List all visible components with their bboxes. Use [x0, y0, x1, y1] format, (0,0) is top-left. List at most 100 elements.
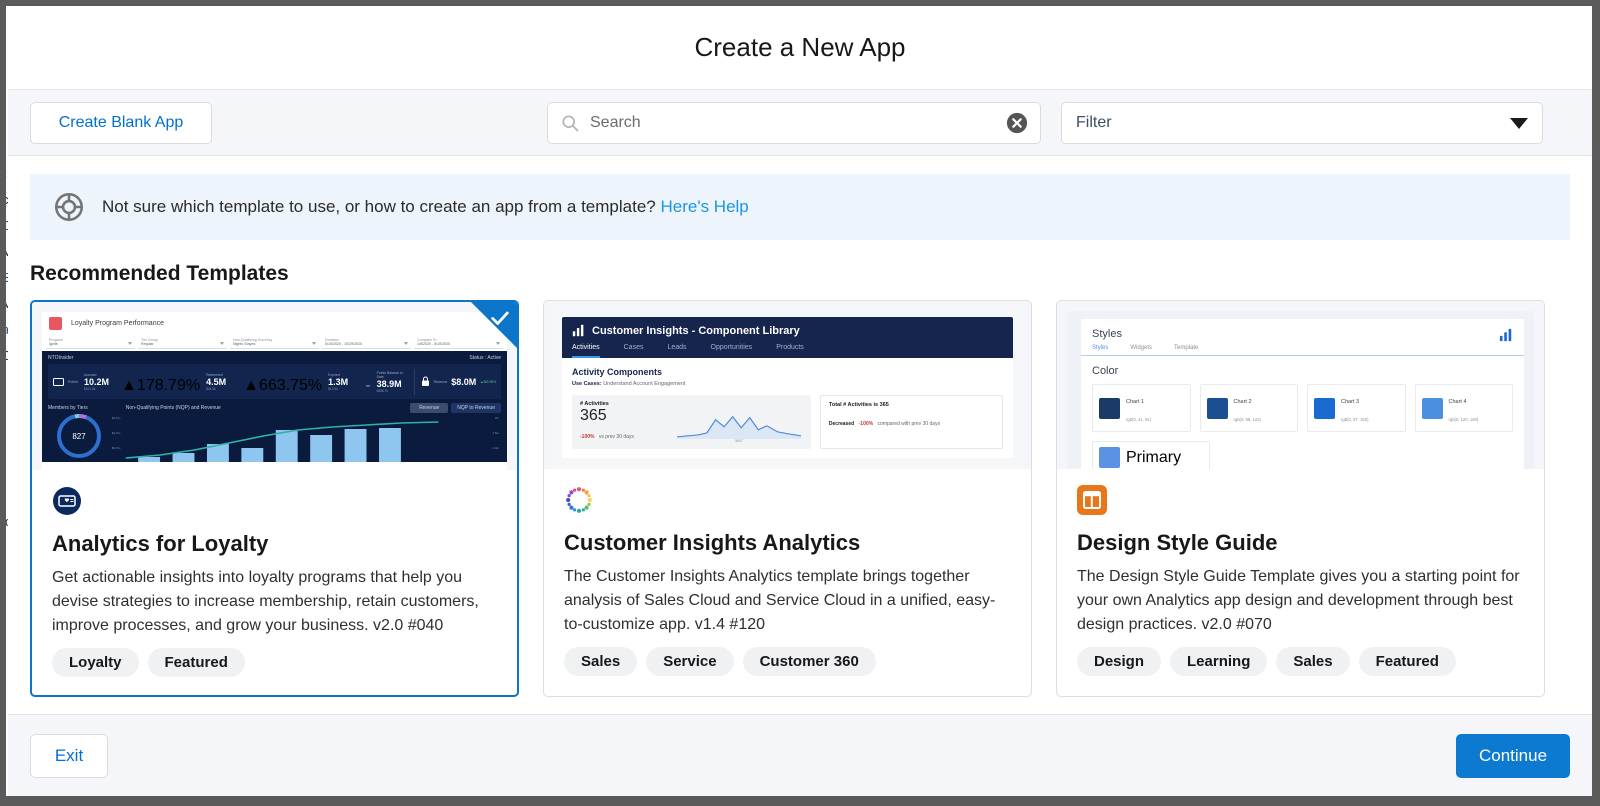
thumb-swatch-primary: Primary — [1092, 441, 1210, 469]
thumb-kpi: Expired 1.3M $12.9k — [328, 372, 349, 391]
tag[interactable]: Service — [646, 647, 734, 676]
thumb-title: Loyalty Program Performance — [71, 319, 164, 327]
svg-text:827: 827 — [72, 432, 86, 441]
thumb-kpi: Points Balance to Date 38.9M $388.7k — [376, 370, 403, 393]
color-chip — [1206, 397, 1228, 419]
color-chip — [1099, 397, 1120, 419]
thumb-filter: Non-Qualifying Currency Nights Stayed — [230, 336, 319, 349]
exit-button[interactable]: Exit — [30, 733, 108, 778]
thumb-kpi: Accrued 10.2M $101.0k — [84, 372, 110, 391]
thumb-tab: Leads — [667, 344, 687, 351]
thumb-toggle-nqp: NQP to Revenue — [451, 403, 501, 413]
create-blank-app-button[interactable]: Create Blank App — [30, 101, 212, 144]
thumb-program-name: NTOInsider — [48, 355, 74, 361]
window-frame-right — [1592, 0, 1600, 806]
thumb-right-chart-title: Non-Qualifying Points (NQP) and Revenue — [125, 405, 221, 411]
tag[interactable]: Sales — [564, 647, 638, 676]
bar-chart-icon — [572, 324, 584, 337]
loyalty-card-icon — [53, 487, 81, 515]
lifebuoy-icon — [54, 192, 84, 222]
bar-chart-icon — [1499, 328, 1512, 342]
tag[interactable]: Featured — [1358, 647, 1456, 676]
template-tags: Sales Service Customer 360 — [564, 647, 1011, 676]
modal-body: Not sure which template to use, or how t… — [8, 156, 1592, 714]
search-input[interactable] — [590, 114, 1006, 132]
tag[interactable]: Customer 360 — [742, 647, 876, 676]
template-card-analytics-for-loyalty[interactable]: Loyalty Program Performance Program Ignit… — [30, 300, 519, 697]
filter-dropdown[interactable]: Filter — [1061, 102, 1543, 144]
thumb-kpi-delta: - — [365, 377, 371, 394]
layout-grid-icon — [1077, 485, 1107, 515]
search-field[interactable] — [547, 102, 1041, 144]
heres-help-link[interactable]: Here's Help — [660, 197, 748, 216]
template-title: Design Style Guide — [1077, 530, 1278, 555]
thumb-section-title: Color — [1092, 365, 1119, 377]
help-banner-message: Not sure which template to use, or how t… — [102, 197, 656, 216]
window-frame-bottom — [0, 796, 1600, 806]
modal-toolbar: Create Blank App Filter — [8, 90, 1592, 156]
continue-button[interactable]: Continue — [1456, 733, 1570, 778]
thumb-filter: Duration 5/15/2020 - 10/29/2020 — [322, 336, 411, 349]
filter-dropdown-label: Filter — [1076, 114, 1112, 131]
window-frame-left — [0, 0, 6, 806]
template-thumbnail-design-style-guide: Styles Styles Widgets Template Color Cha… — [1057, 301, 1544, 469]
check-icon — [491, 311, 509, 325]
template-card-info: Analytics for Loyalty Get actionable ins… — [32, 470, 517, 695]
points-icon — [53, 377, 64, 386]
template-description: The Customer Insights Analytics template… — [564, 568, 996, 633]
thumb-swatch: Chart 4 rgb(0, 120, 180) — [1414, 384, 1513, 432]
customer-360-icon — [566, 487, 592, 513]
modal-header: Create a New App — [8, 6, 1592, 90]
thumb-swatch: Chart 1 rgb(0, 41, 91) — [1092, 384, 1191, 432]
thumb-tab: Activities — [572, 344, 600, 358]
thumb-tab: Template — [1174, 345, 1199, 351]
template-title: Analytics for Loyalty — [52, 531, 269, 556]
template-description: Get actionable insights into loyalty pro… — [52, 569, 479, 634]
thumb-swatch: Chart 3 rgb(0, 97, 150) — [1307, 384, 1406, 432]
thumb-tab: Opportunities — [710, 344, 753, 351]
tag[interactable]: Design — [1077, 647, 1162, 676]
thumb-section-title: Activity Components — [572, 367, 663, 377]
thumb-tile-total: Total # Activities is 365 Decreased -100… — [819, 395, 1003, 449]
close-icon[interactable] — [1006, 112, 1028, 134]
thumb-tile-activities: # Activities 365 -100% vs prev 30 days 3… — [572, 395, 811, 449]
thumb-tab: Styles — [1092, 345, 1109, 351]
thumb-title: Styles — [1092, 328, 1122, 340]
tag[interactable]: Learning — [1170, 647, 1268, 676]
search-icon — [562, 115, 579, 132]
template-card-design-style-guide[interactable]: Styles Styles Widgets Template Color Cha… — [1056, 300, 1545, 697]
thumb-revenue: Revenue $8.0M ▲360.90% — [421, 376, 496, 387]
recommended-templates-heading: Recommended Templates — [30, 262, 289, 285]
thumb-kpi-delta: ▲178.79% — [121, 377, 201, 394]
chevron-down-icon — [1510, 117, 1528, 129]
template-card-info: Customer Insights Analytics The Customer… — [544, 469, 1031, 694]
help-banner: Not sure which template to use, or how t… — [30, 174, 1570, 240]
thumb-title: Customer Insights - Component Library — [592, 324, 800, 337]
template-card-customer-insights-analytics[interactable]: Customer Insights - Component Library Ac… — [543, 300, 1032, 697]
thumb-tab: Cases — [623, 344, 644, 351]
template-tags: Loyalty Featured — [52, 648, 497, 677]
template-description: The Design Style Guide Template gives yo… — [1077, 568, 1520, 633]
help-banner-text: Not sure which template to use, or how t… — [102, 197, 749, 217]
color-chip — [1421, 397, 1443, 419]
template-card-info: Design Style Guide The Design Style Guid… — [1057, 469, 1544, 694]
thumb-use-cases: Use Cases: Understand Account Engagement — [572, 381, 686, 387]
template-thumbnail-customer-insights: Customer Insights - Component Library Ac… — [544, 301, 1031, 469]
tag[interactable]: Featured — [147, 648, 245, 677]
thumb-toggle-revenue: Revenue — [410, 403, 449, 413]
thumb-filter: Program Ignite — [46, 336, 135, 349]
template-thumbnail-loyalty: Loyalty Program Performance Program Ignit… — [32, 302, 517, 470]
color-chip — [1314, 397, 1335, 419]
donut-chart: 827 — [57, 413, 101, 458]
bar-line-chart — [125, 421, 439, 462]
thumb-kpi: Redeemed 4.5M $44.3k — [206, 372, 227, 391]
thumb-tab: Products — [776, 344, 804, 351]
tag[interactable]: Loyalty — [52, 648, 139, 677]
color-chip — [1099, 447, 1120, 468]
thumb-swatch: Chart 2 rgb(0, 68, 122) — [1199, 384, 1298, 432]
templates-grid: Loyalty Program Performance Program Ignit… — [30, 300, 1570, 714]
thumb-tab: Widgets — [1130, 345, 1153, 351]
tag[interactable]: Sales — [1276, 647, 1350, 676]
thumb-filter: Tier Group Regular — [138, 336, 227, 349]
sparkline-chart — [676, 415, 801, 439]
